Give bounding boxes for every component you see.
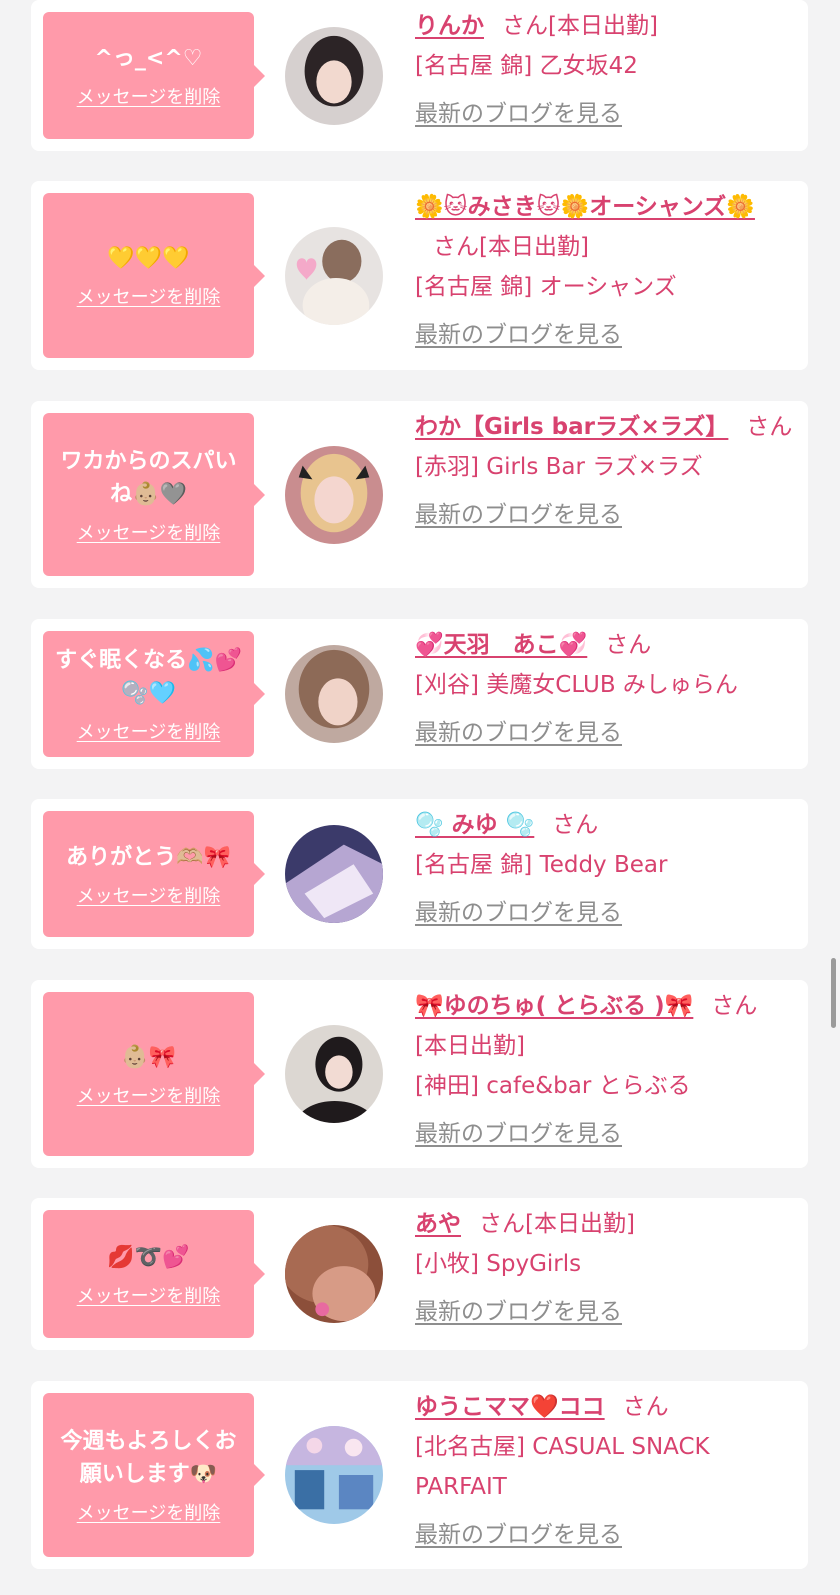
message-bubble: ありがとう🫶🏼🎀 メッセージを削除 [43,811,265,937]
delete-message-link[interactable]: メッセージを削除 [77,1282,221,1308]
cast-info: わか【Girls barラズ×ラズ】 さん [赤羽] Girls Bar ラズ×ラ… [415,407,794,535]
message-bubble: 今週もよろしくお願いします🐶 メッセージを削除 [43,1393,265,1557]
cast-info: あや さん[本日出勤] [小牧] SpyGirls 最新のブログを見る [415,1204,794,1332]
delete-message-link[interactable]: メッセージを削除 [77,1499,221,1525]
cast-avatar[interactable] [285,1426,383,1524]
cast-avatar[interactable] [285,1025,383,1123]
cast-info: 🎀ゆのちゅ( とらぶる )🎀 さん [本日出勤] [神田] cafe&bar とら… [415,986,794,1154]
cast-avatar[interactable] [285,26,383,125]
delete-message-link[interactable]: メッセージを削除 [77,718,221,744]
cast-avatar[interactable] [285,645,383,743]
message-card: 💋➰💕 メッセージを削除 あや さん[本日出勤] [小牧] SpyGirls 最新… [31,1198,808,1350]
delete-message-link[interactable]: メッセージを削除 [77,1082,221,1108]
cast-name-link[interactable]: 🌼🐱みさき🐱🌼オーシャンズ🌼 [415,194,755,220]
honorific-san: さん [605,632,652,658]
honorific-san: さん [746,414,793,440]
honorific-san: さん [622,1394,669,1420]
message-card: ありがとう🫶🏼🎀 メッセージを削除 🫧 みゆ 🫧 さん [名古屋 錦] Teddy… [31,799,808,949]
shop-name: [小牧] SpyGirls [415,1251,582,1277]
attendance-status: [本日出勤] [479,234,589,260]
shop-name: [神田] cafe&bar とらぶる [415,1073,691,1099]
cast-name-link[interactable]: あや [415,1211,461,1237]
honorific-san: さん [433,234,479,260]
message-card: すぐ眠くなる💦💕🫧🩵 メッセージを削除 💞天羽 あこ💞 さん [刈谷] 美魔女CL… [31,619,808,769]
delete-message-link[interactable]: メッセージを削除 [77,283,221,309]
cast-avatar[interactable] [285,445,383,544]
message-bubble: 💛💛💛 メッセージを削除 [43,193,265,358]
shop-name: [名古屋 錦] オーシャンズ [415,274,677,300]
message-text: ありがとう🫶🏼🎀 [66,844,231,870]
message-bubble: ワカからのスパいね👶🏼🩶 メッセージを削除 [43,413,265,576]
cast-info: ゆうこママ❤️ココ さん [北名古屋] CASUAL SNACK PARFAIT … [415,1387,794,1555]
cast-name-link[interactable]: 💞天羽 あこ💞 [415,632,587,658]
message-bubble: 👶🏼🎀 メッセージを削除 [43,992,265,1156]
latest-blog-link[interactable]: 最新のブログを見る [415,713,794,753]
latest-blog-link[interactable]: 最新のブログを見る [415,1515,794,1555]
latest-blog-link[interactable]: 最新のブログを見る [415,1114,794,1154]
cast-info: 🫧 みゆ 🫧 さん [名古屋 錦] Teddy Bear 最新のブログを見る [415,805,794,933]
shop-name: [赤羽] Girls Bar ラズ×ラズ [415,454,703,480]
latest-blog-link[interactable]: 最新のブログを見る [415,94,794,134]
honorific-san: さん [502,13,548,39]
message-card: 👶🏼🎀 メッセージを削除 🎀ゆのちゅ( とらぶる )🎀 さん [本日出勤] [神田… [31,980,808,1168]
latest-blog-link[interactable]: 最新のブログを見る [415,893,794,933]
delete-message-link[interactable]: メッセージを削除 [77,882,221,908]
attendance-status: [本日出勤] [548,13,658,39]
cast-avatar[interactable] [285,1225,383,1323]
message-bubble: すぐ眠くなる💦💕🫧🩵 メッセージを削除 [43,631,265,757]
attendance-status: [本日出勤] [525,1211,635,1237]
honorific-san: さん [552,812,599,838]
message-card: 今週もよろしくお願いします🐶 メッセージを削除 ゆうこママ❤️ココ さん [北名古… [31,1381,808,1569]
attendance-status: [本日出勤] [415,1033,525,1059]
cast-name-link[interactable]: りんか [415,13,484,39]
cast-name-link[interactable]: 🫧 みゆ 🫧 [415,812,534,838]
message-text: ワカからのスパいね👶🏼🩶 [60,448,237,507]
honorific-san: さん [479,1211,525,1237]
latest-blog-link[interactable]: 最新のブログを見る [415,315,794,355]
message-bubble: 💋➰💕 メッセージを削除 [43,1210,265,1338]
shop-name: [名古屋 錦] Teddy Bear [415,852,668,878]
message-card: ^っ_<^♡ メッセージを削除 りんか さん[本日出勤] [名古屋 錦] 乙女坂4… [31,0,808,151]
cast-info: りんか さん[本日出勤] [名古屋 錦] 乙女坂42 最新のブログを見る [415,6,794,134]
message-card: 💛💛💛 メッセージを削除 🌼🐱みさき🐱🌼オーシャンズ🌼 さん[本日出勤] [名古屋… [31,181,808,370]
message-list: ^っ_<^♡ メッセージを削除 りんか さん[本日出勤] [名古屋 錦] 乙女坂4… [0,0,840,1595]
cast-name-link[interactable]: ゆうこママ❤️ココ [415,1394,605,1420]
cast-avatar[interactable] [285,825,383,923]
cast-avatar[interactable] [285,226,383,325]
latest-blog-link[interactable]: 最新のブログを見る [415,1292,794,1332]
shop-name: [北名古屋] CASUAL SNACK PARFAIT [415,1434,710,1500]
scrollbar-thumb[interactable] [831,958,836,1028]
message-text: 今週もよろしくお願いします🐶 [60,1429,237,1487]
shop-name: [刈谷] 美魔女CLUB みしゅらん [415,672,738,698]
delete-message-link[interactable]: メッセージを削除 [77,83,221,109]
shop-name: [名古屋 錦] 乙女坂42 [415,53,638,79]
cast-name-link[interactable]: わか【Girls barラズ×ラズ】 [415,414,728,440]
delete-message-link[interactable]: メッセージを削除 [77,519,221,545]
message-bubble: ^っ_<^♡ メッセージを削除 [43,12,265,139]
cast-info: 💞天羽 あこ💞 さん [刈谷] 美魔女CLUB みしゅらん 最新のブログを見る [415,625,794,753]
cast-name-link[interactable]: 🎀ゆのちゅ( とらぶる )🎀 [415,993,693,1019]
message-text: 💛💛💛 [107,246,190,271]
message-text: 👶🏼🎀 [121,1044,176,1070]
latest-blog-link[interactable]: 最新のブログを見る [415,495,794,535]
cast-info: 🌼🐱みさき🐱🌼オーシャンズ🌼 さん[本日出勤] [名古屋 錦] オーシャンズ 最新… [415,187,794,355]
message-text: 💋➰💕 [107,1244,190,1270]
message-text: すぐ眠くなる💦💕🫧🩵 [55,648,242,706]
message-text: ^っ_<^♡ [94,46,203,71]
message-card: ワカからのスパいね👶🏼🩶 メッセージを削除 わか【Girls barラズ×ラズ】… [31,401,808,588]
honorific-san: さん [711,993,758,1019]
